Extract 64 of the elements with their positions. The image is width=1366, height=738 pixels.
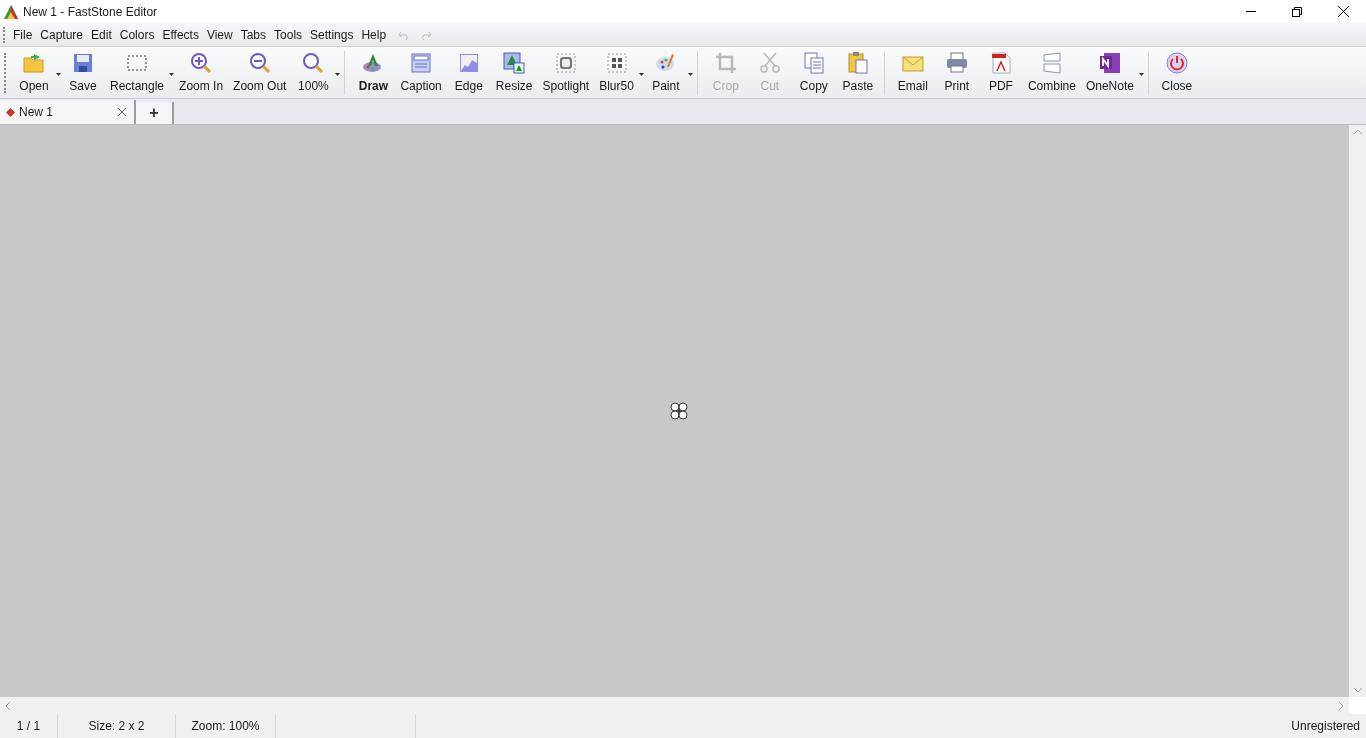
status-text: 1 / 1 xyxy=(16,718,41,735)
toolbar-button[interactable]: Caption xyxy=(395,50,447,95)
dropdown-caret-icon[interactable] xyxy=(169,73,175,76)
toolbar-button[interactable]: Edge xyxy=(446,50,491,95)
toolbar-button[interactable]: Paint xyxy=(643,50,688,95)
status-text: Size: 2 x 2 xyxy=(88,718,145,735)
notebook-icon xyxy=(1097,50,1122,75)
spotlight-icon xyxy=(553,50,578,75)
menu-item[interactable]: File xyxy=(9,25,37,44)
new-tab-button[interactable]: + xyxy=(136,102,174,124)
close-tab-icon[interactable] xyxy=(118,108,126,116)
power-icon xyxy=(1164,50,1189,75)
status-text: Zoom: 100% xyxy=(191,718,260,735)
app-logo-icon xyxy=(3,3,19,20)
toolbar-button[interactable]: Draw xyxy=(351,50,396,95)
document-tab[interactable]: New 1 xyxy=(0,100,136,124)
menu-item[interactable]: Effects xyxy=(158,25,203,44)
toolbar-button[interactable]: 100% xyxy=(291,50,336,95)
resize-icon xyxy=(502,50,527,75)
crop-icon xyxy=(713,50,738,75)
toolbar-button[interactable]: Copy xyxy=(791,50,836,95)
toolbar-button[interactable]: Email xyxy=(890,50,935,95)
toolbar-button[interactable]: OneNote xyxy=(1080,50,1139,95)
menu-item[interactable]: Capture xyxy=(36,25,88,44)
toolbar-button[interactable]: Paste xyxy=(835,50,880,95)
toolbar-button[interactable]: Rectangle xyxy=(105,50,170,95)
menu-item[interactable]: Settings xyxy=(306,25,358,44)
toolbar-button[interactable]: Resize xyxy=(490,50,538,95)
toolbar-button[interactable]: Combine xyxy=(1022,50,1081,95)
dropdown-caret-icon[interactable] xyxy=(638,73,644,76)
zoom-out-icon xyxy=(247,50,272,75)
close-icon[interactable] xyxy=(1337,6,1349,17)
printer-icon xyxy=(944,50,969,75)
blur-icon xyxy=(604,50,629,75)
magnifier-icon xyxy=(301,50,326,75)
diamond-icon xyxy=(6,107,15,117)
toolbar-button[interactable]: Zoom In xyxy=(174,50,229,95)
toolbar-button[interactable]: Spotlight xyxy=(537,50,595,95)
zoom-in-icon xyxy=(189,50,214,75)
menu-item[interactable]: Tabs xyxy=(236,25,271,44)
toolbar-button[interactable]: Save xyxy=(61,50,105,95)
menu-item[interactable]: Tools xyxy=(270,25,307,44)
toolbar-button[interactable]: Zoom Out xyxy=(228,50,292,95)
copy-icon xyxy=(801,50,826,75)
dropdown-caret-icon[interactable] xyxy=(56,73,61,76)
toolbar-button[interactable]: Close xyxy=(1154,50,1199,95)
move-cursor-icon xyxy=(669,402,688,420)
dropdown-caret-icon[interactable] xyxy=(335,73,341,76)
menu-item[interactable]: Edit xyxy=(87,25,116,44)
caption-icon xyxy=(409,50,434,75)
status-text: Unregistered xyxy=(1291,718,1360,735)
window-title: New 1 - FastStone Editor xyxy=(23,3,158,21)
toolbar-button[interactable]: Blur50 xyxy=(594,50,639,95)
menu-item[interactable]: View xyxy=(202,25,237,44)
scissors-icon xyxy=(757,50,782,75)
dropdown-caret-icon[interactable] xyxy=(687,73,693,76)
menu-item[interactable]: Help xyxy=(357,25,391,44)
restore-icon[interactable] xyxy=(1292,6,1302,17)
toolbar-button[interactable]: Print xyxy=(934,50,979,95)
menu-item[interactable]: Colors xyxy=(115,25,159,44)
dropdown-caret-icon[interactable] xyxy=(1138,73,1144,76)
toolbar-button[interactable]: PDF xyxy=(978,50,1023,95)
clipboard-icon xyxy=(845,50,870,75)
toolbar-button[interactable]: Open xyxy=(12,50,56,95)
